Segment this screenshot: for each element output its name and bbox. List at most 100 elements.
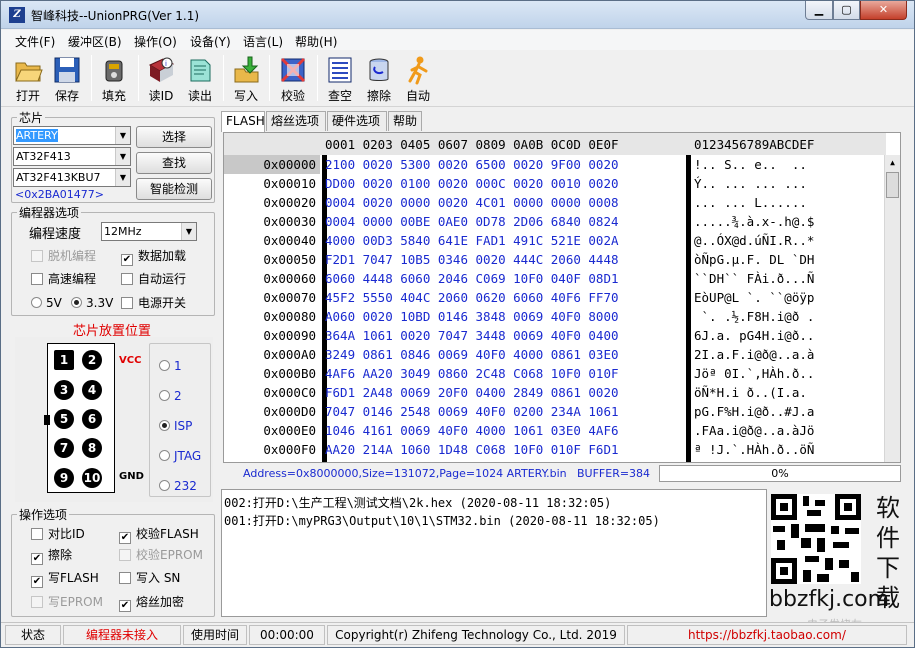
hex-bytes[interactable]: 6060 4448 6060 2046 C069 10F0 040F 08D1 xyxy=(325,269,619,288)
hex-address: 0x00090 xyxy=(263,328,316,343)
hex-bytes[interactable]: 0004 0000 00BE 0AE0 0D78 2D06 6840 0824 xyxy=(325,212,619,231)
hex-address: 0x000C0 xyxy=(263,385,316,400)
hex-bytes[interactable]: DD00 0020 0100 0020 000C 0020 0010 0020 xyxy=(325,174,619,193)
position-isp-radio[interactable]: ISP xyxy=(159,419,192,435)
hex-bytes[interactable]: A060 0020 10BD 0146 3848 0069 40F0 8000 xyxy=(325,307,619,326)
tab-flash[interactable]: FLASH xyxy=(221,111,265,132)
position-2-radio[interactable]: 2 xyxy=(159,389,182,405)
pin-1: 1 xyxy=(54,350,74,370)
hex-ascii[interactable]: @..ÓX@d.úÑI.R..* xyxy=(694,231,884,250)
chip-pinout-diagram: 1 2 3 4 5 6 7 8 9 10 xyxy=(44,343,115,493)
hex-ascii[interactable]: !.. S.. e.. .. xyxy=(694,155,884,174)
hex-bytes[interactable]: 1046 4161 0069 40F0 4000 1061 03E0 4AF6 xyxy=(325,421,619,440)
position-jtag-radio[interactable]: JTAG xyxy=(159,449,201,465)
time-value: 00:00:00 xyxy=(249,625,325,645)
hex-ascii[interactable]: ``DH`` FÀi.ð...Ñ xyxy=(694,269,884,288)
hex-ascii[interactable]: öÑ*H.i ð..(I.a. xyxy=(694,383,884,402)
family-select[interactable]: AT32F413 ▼ xyxy=(13,147,131,166)
write-sn-checkbox[interactable]: 写入 SN xyxy=(119,571,180,587)
offline-program-checkbox[interactable]: 脱机编程 xyxy=(31,249,96,265)
fast-program-checkbox[interactable]: 高速编程 xyxy=(31,272,96,288)
tab-hardware-options[interactable]: 硬件选项 xyxy=(327,111,387,131)
tab-fuse-options[interactable]: 熔丝选项 xyxy=(266,111,326,131)
blank-check-tool-button[interactable]: 查空 xyxy=(321,53,359,105)
write-tool-button[interactable]: 写入 xyxy=(227,53,265,105)
data-encrypt-checkbox[interactable]: ✔ 数据加载 xyxy=(121,249,186,266)
shop-url-link[interactable]: https://bbzfkj.taobao.com/ xyxy=(627,625,907,645)
voltage-3v3-radio[interactable]: 3.3V xyxy=(71,296,113,312)
hex-ascii[interactable]: 2I.a.F.i@ð@..a.à xyxy=(694,345,884,364)
voltage-5v-radio[interactable]: 5V xyxy=(31,296,62,312)
hex-bytes[interactable]: AA20 214A 1060 1D48 C068 10F0 010F F6D1 xyxy=(325,440,619,459)
menu-operate[interactable]: 操作(O) xyxy=(134,33,177,50)
hex-ascii[interactable]: ª !J.`.HÀh.ð..öÑ xyxy=(694,440,884,459)
erase-checkbox[interactable]: ✔ 擦除 xyxy=(31,548,72,565)
hex-ascii[interactable]: pG.F%H.i@ð..#J.a xyxy=(694,402,884,421)
hex-ascii[interactable]: .....¾.à.x-.h@.$ xyxy=(694,212,884,231)
tab-help[interactable]: 帮助 xyxy=(388,111,422,131)
erase-tool-button[interactable]: 擦除 xyxy=(360,53,398,105)
menu-buffer[interactable]: 缓冲区(B) xyxy=(68,33,122,50)
chip-group-title: 芯片 xyxy=(17,109,46,126)
position-1-radio[interactable]: 1 xyxy=(159,359,182,375)
save-tool-button[interactable]: 保存 xyxy=(48,53,86,105)
hex-bytes[interactable]: 4000 00D3 5840 641E FAD1 491C 521E 002A xyxy=(325,231,619,250)
write-eprom-checkbox[interactable]: 写EPROM xyxy=(31,595,103,611)
find-chip-button[interactable]: 查找 xyxy=(136,152,212,174)
hex-address: 0x00030 xyxy=(263,214,316,229)
speed-select[interactable]: 12MHz ▼ xyxy=(101,222,197,241)
hex-bytes[interactable]: 3249 0861 0846 0069 40F0 4000 0861 03E0 xyxy=(325,345,619,364)
hex-ascii[interactable]: 6J.a. pG4H.i@ð.. xyxy=(694,326,884,345)
hex-editor[interactable]: 0001 0203 0405 0607 0809 0A0B 0C0D 0E0F … xyxy=(223,132,901,463)
vendor-select[interactable]: ARTERY ▼ xyxy=(13,126,131,145)
scroll-thumb[interactable] xyxy=(886,172,899,198)
model-select[interactable]: AT32F413KBU7 ▼ xyxy=(13,168,131,187)
window-title: 智峰科技--UnionPRG(Ver 1.1) xyxy=(31,9,200,23)
verify-eprom-checkbox[interactable]: 校验EPROM xyxy=(119,548,203,564)
verify-flash-checkbox[interactable]: ✔ 校验FLASH xyxy=(119,527,199,544)
close-button[interactable]: ✕ xyxy=(860,1,907,20)
auto-tool-button[interactable]: 自动 xyxy=(399,53,437,105)
menu-device[interactable]: 设备(Y) xyxy=(190,33,231,50)
log-panel[interactable]: 002:打开D:\生产工程\测试文档\2k.hex (2020-08-11 18… xyxy=(221,489,767,617)
compare-id-checkbox[interactable]: 对比ID xyxy=(31,527,85,543)
hex-ascii[interactable]: `. .½.F8H.i@ð . xyxy=(694,307,884,326)
hex-bytes[interactable]: F2D1 7047 10B5 0346 0020 444C 2060 4448 xyxy=(325,250,619,269)
hex-bytes[interactable]: 364A 1061 0020 7047 3448 0069 40F0 0400 xyxy=(325,326,619,345)
position-232-radio[interactable]: 232 xyxy=(159,479,197,495)
open-tool-button[interactable]: 打开 xyxy=(9,53,47,105)
menu-language[interactable]: 语言(L) xyxy=(243,33,283,50)
buffer-size-info: BUFFER=384 xyxy=(577,467,651,480)
hex-ascii[interactable]: EòUP@L `. ``@öÿp xyxy=(694,288,884,307)
fill-tool-button[interactable]: 填充 xyxy=(95,53,133,105)
scroll-up-icon[interactable]: ▲ xyxy=(885,155,900,171)
hex-bytes[interactable]: 4AF6 AA20 3049 0860 2C48 C068 10F0 010F xyxy=(325,364,619,383)
read-id-tool-button[interactable]: i 读ID xyxy=(142,53,180,105)
fuse-encrypt-checkbox[interactable]: ✔ 熔丝加密 xyxy=(119,595,184,612)
minimize-button[interactable]: ▁ xyxy=(805,1,833,20)
select-chip-button[interactable]: 选择 xyxy=(136,126,212,148)
hex-bytes[interactable]: 0004 0020 0000 0020 4C01 0000 0000 0008 xyxy=(325,193,619,212)
verify-tool-button[interactable]: 校验 xyxy=(274,53,312,105)
hex-ascii[interactable]: ... ... L...... xyxy=(694,193,884,212)
auto-detect-button[interactable]: 智能检测 xyxy=(136,178,212,200)
hex-address: 0x000A0 xyxy=(263,347,316,362)
hex-bytes[interactable]: F6D1 2A48 0069 20F0 0400 2849 0861 0020 xyxy=(325,383,619,402)
toolbar-separator xyxy=(138,55,139,101)
hex-ascii[interactable]: òÑpG.µ.F. DL `DH xyxy=(694,250,884,269)
status-value: 编程器未接入 xyxy=(63,625,181,645)
hex-ascii[interactable]: .FAa.i@ð@..a.àJö xyxy=(694,421,884,440)
power-switch-checkbox[interactable]: 电源开关 xyxy=(121,296,186,312)
hex-ascii[interactable]: Jöª 0I.`,HÀh.ð.. xyxy=(694,364,884,383)
hex-bytes[interactable]: 2100 0020 5300 0020 6500 0020 9F00 0020 xyxy=(325,155,619,174)
hex-bytes[interactable]: 7047 0146 2548 0069 40F0 0200 234A 1061 xyxy=(325,402,619,421)
maximize-button[interactable]: ▢ xyxy=(833,1,860,20)
menu-help[interactable]: 帮助(H) xyxy=(295,33,337,50)
hex-ascii[interactable]: Ý.. ... ... ... xyxy=(694,174,884,193)
auto-run-checkbox[interactable]: 自动运行 xyxy=(121,272,186,288)
write-flash-checkbox[interactable]: ✔ 写FLASH xyxy=(31,571,99,588)
menu-file[interactable]: 文件(F) xyxy=(15,33,55,50)
hex-bytes[interactable]: 45F2 5550 404C 2060 0620 6060 40F6 FF70 xyxy=(325,288,619,307)
hex-scrollbar[interactable]: ▲ xyxy=(884,155,900,462)
read-out-tool-button[interactable]: 读出 xyxy=(181,53,219,105)
